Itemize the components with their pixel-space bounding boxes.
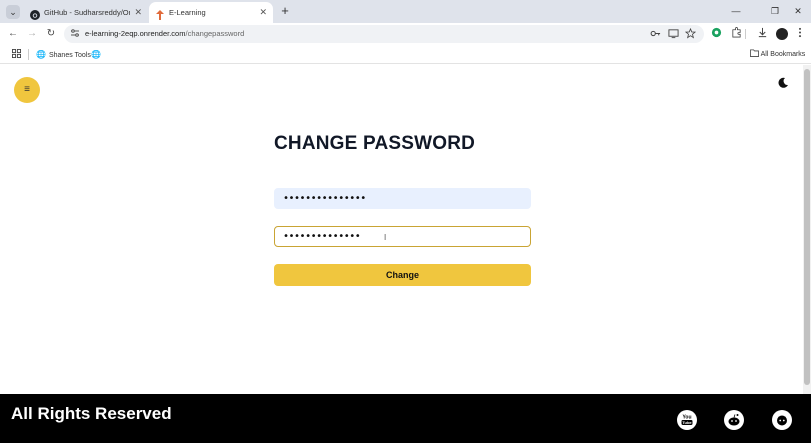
toolbar-divider [745,29,746,39]
tab-github[interactable]: GitHub - Sudharsreddy/OnlineL ✕ [24,2,148,23]
browser-menu-icon[interactable] [793,27,807,41]
window-close-icon[interactable]: ✕ [789,2,807,20]
page-scrollbar[interactable] [803,65,811,395]
minimize-icon[interactable]: — [727,2,745,20]
footer: All Rights Reserved You Tube [0,394,811,443]
apps-grid-icon[interactable] [11,49,21,59]
bookmark-globe[interactable]: 🌐 [91,45,104,65]
globe-icon: 🌐 [36,50,46,59]
scrollbar-thumb[interactable] [804,69,810,385]
browser-tab-strip: ⌄ GitHub - Sudharsreddy/OnlineL ✕ E-Lear… [0,0,811,23]
all-bookmarks-label: All Bookmarks [760,51,806,58]
github-footer-icon[interactable] [772,410,792,430]
bookmarks-divider [28,49,29,60]
url-text: e-learning-2eqp.onrender.com/changepassw… [85,29,245,38]
new-tab-button[interactable]: + [277,3,293,19]
tab-elearning[interactable]: E-Learning ✕ [149,2,273,23]
close-tab-icon[interactable]: ✕ [134,2,142,23]
reddit-icon[interactable] [724,410,744,430]
hamburger-menu-button[interactable]: ≡ [14,77,40,103]
bookmark-label: Shanes Tools [48,52,91,59]
bookmarks-bar: 🌐 Shanes Tools 🌐 All Bookmarks [0,45,811,64]
profile-avatar[interactable] [776,28,788,40]
extension-icon[interactable] [709,27,723,41]
new-password-input[interactable] [274,188,531,209]
globe-icon: 🌐 [91,50,101,59]
forward-button[interactable]: → [25,27,39,41]
all-bookmarks-button[interactable]: All Bookmarks [750,45,805,64]
extensions-puzzle-icon[interactable] [729,27,743,41]
close-tab-icon[interactable]: ✕ [259,2,267,23]
page-title: CHANGE PASSWORD [274,133,476,154]
confirm-password-input[interactable] [274,226,531,247]
tab-title: E-Learning [169,8,206,17]
download-icon[interactable] [755,27,769,41]
folder-icon [750,49,761,58]
password-key-icon[interactable] [649,28,661,40]
reload-button[interactable]: ↻ [44,27,58,41]
site-info-icon[interactable] [69,28,81,40]
elearning-favicon [155,7,165,20]
footer-text: All Rights Reserved [11,404,172,423]
change-button[interactable]: Change [274,264,531,286]
tab-title: GitHub - Sudharsreddy/OnlineL [44,8,130,17]
youtube-icon[interactable]: You Tube [677,410,697,430]
moon-icon[interactable] [777,76,791,90]
back-button[interactable]: ← [6,27,20,41]
bookmark-star-icon[interactable] [684,27,696,40]
bookmark-shanes-tools[interactable]: 🌐 Shanes Tools [36,45,91,65]
address-bar[interactable]: e-learning-2eqp.onrender.com/changepassw… [64,25,704,43]
github-icon [30,7,40,20]
svg-text:Tube: Tube [682,420,692,425]
browser-toolbar: ← → ↻ e-learning-2eqp.onrender.com/chang… [0,23,811,45]
install-app-icon[interactable] [667,28,679,40]
restore-icon[interactable]: ❐ [766,2,784,20]
text-cursor-icon: I [384,233,387,242]
tab-list-button[interactable]: ⌄ [6,5,20,19]
page-viewport: ≡ CHANGE PASSWORD I Change All Rights Re… [0,65,811,443]
